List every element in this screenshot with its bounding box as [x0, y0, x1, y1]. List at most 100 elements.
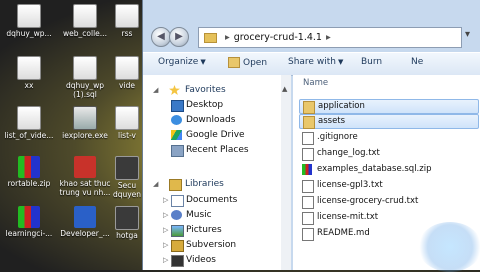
app-icon — [115, 156, 139, 180]
desktop-icon[interactable]: Developer_... — [56, 206, 114, 238]
nav-item-recent-places[interactable]: Recent Places — [143, 143, 281, 157]
arrow-left-icon: ◀ — [157, 31, 165, 42]
desktop-icon-label: iexplore.exe — [62, 131, 108, 140]
file-row[interactable]: examples_database.sql.zip — [299, 162, 477, 177]
share-with-button[interactable]: Share with ▼ — [288, 57, 343, 67]
zip-icon — [18, 206, 40, 228]
desktop-icon-label: dqhuy_wp... — [6, 29, 52, 38]
breadcrumb[interactable]: ▸ grocery-crud-1.4.1 ▸ — [198, 27, 462, 48]
file-name: change_log.txt — [317, 148, 380, 158]
sql-file-icon — [73, 56, 97, 80]
desktop-icon-label: dqhuy_wp (1).sql — [65, 81, 105, 99]
navigation-pane: ◢ Favorites Desktop Downloads Google Dri… — [143, 75, 282, 270]
file-row[interactable]: license-grocery-crud.txt — [299, 194, 477, 209]
desktop-icon[interactable]: hotga — [112, 206, 142, 240]
back-button[interactable]: ◀ — [151, 27, 171, 47]
desktop-icon-label: Developer_... — [60, 229, 110, 238]
nav-favorites[interactable]: ◢ Favorites — [143, 83, 281, 97]
expand-arrow-icon[interactable]: ▷ — [163, 208, 168, 222]
burn-button[interactable]: Burn — [361, 57, 382, 67]
share-label: Share with — [288, 57, 336, 67]
desktop-icon-label: learningci-... — [5, 229, 53, 238]
nav-item-videos[interactable]: ▷ Videos — [143, 253, 281, 267]
videos-icon — [171, 255, 184, 267]
desktop-icon[interactable]: dqhuy_wp (1).sql — [56, 56, 114, 99]
file-row[interactable]: application — [299, 99, 479, 114]
file-icon — [17, 56, 41, 80]
nav-item-music[interactable]: ▷ Music — [143, 208, 281, 222]
desktop-icon[interactable]: list_of_vide... — [0, 106, 58, 140]
address-bar: ◀ ▶ ▸ grocery-crud-1.4.1 ▸ ▾ — [143, 22, 480, 52]
nav-item-downloads[interactable]: Downloads — [143, 113, 281, 127]
desktop-icon[interactable]: web_colle... — [56, 4, 114, 38]
desktop-icon[interactable]: xx — [0, 56, 58, 90]
desktop-icon[interactable]: khao sat thuc trung vu nh... — [56, 156, 114, 197]
file-row[interactable]: assets — [299, 114, 479, 129]
dropdown-icon[interactable]: ▾ — [465, 29, 470, 40]
expand-arrow-icon[interactable]: ◢ — [153, 177, 158, 191]
desktop-icon — [171, 100, 184, 112]
file-name: license-gpl3.txt — [317, 180, 383, 190]
open-button[interactable]: Open — [228, 57, 267, 68]
nav-libraries[interactable]: ◢ Libraries — [143, 177, 281, 191]
file-name: application — [318, 101, 365, 111]
desktop-icon[interactable]: list-v — [112, 106, 142, 140]
nav-scrollbar[interactable]: ▲ — [281, 75, 291, 270]
zip-icon — [18, 156, 40, 178]
desktop-icon[interactable]: rortable.zip — [0, 156, 58, 188]
nav-item-pictures[interactable]: ▷ Pictures — [143, 223, 281, 237]
nav-label: Videos — [186, 255, 216, 265]
desktop-icon[interactable]: learningci-... — [0, 206, 58, 238]
file-icon — [115, 106, 139, 130]
file-name: assets — [318, 116, 346, 126]
desktop-icon-label: khao sat thuc trung vu nh... — [59, 179, 111, 197]
expand-arrow-icon[interactable]: ▷ — [163, 238, 168, 252]
file-row[interactable]: license-gpl3.txt — [299, 178, 477, 193]
organize-label: Organize — [158, 57, 199, 67]
arrow-right-icon: ▶ — [175, 31, 183, 42]
file-row[interactable]: change_log.txt — [299, 146, 477, 161]
nav-item-subversion[interactable]: ▷ Subversion — [143, 238, 281, 252]
caret-down-icon: ▼ — [200, 58, 206, 66]
desktop-icon[interactable]: iexplore.exe — [56, 106, 114, 140]
expand-arrow-icon[interactable]: ▷ — [163, 193, 168, 207]
nav-label: Downloads — [186, 115, 236, 125]
pdf-icon — [74, 156, 96, 178]
expand-arrow-icon[interactable]: ◢ — [153, 83, 158, 97]
file-name: examples_database.sql.zip — [317, 164, 432, 174]
breadcrumb-item[interactable]: grocery-crud-1.4.1 — [234, 32, 322, 43]
desktop-icon[interactable]: rss — [112, 4, 142, 38]
column-header-name[interactable]: Name — [303, 78, 328, 88]
chevron-right-icon[interactable]: ▸ — [326, 32, 331, 43]
watermark-logo — [418, 222, 480, 272]
expand-arrow-icon[interactable]: ▷ — [163, 223, 168, 237]
desktop-icon-label: list_of_vide... — [4, 131, 54, 140]
nav-label: Music — [186, 210, 212, 220]
open-label: Open — [243, 58, 268, 68]
desktop-icon[interactable]: vide — [112, 56, 142, 90]
nav-item-documents[interactable]: ▷ Documents — [143, 193, 281, 207]
music-icon — [171, 210, 182, 220]
new-folder-button[interactable]: Ne — [411, 57, 423, 67]
nav-label: Google Drive — [186, 130, 245, 140]
nav-label: Desktop — [186, 100, 224, 110]
desktop-icon-label: rortable.zip — [7, 179, 51, 188]
burn-label: Burn — [361, 57, 383, 67]
desktop-icon[interactable]: dqhuy_wp... — [0, 4, 58, 38]
file-name: .gitignore — [317, 132, 358, 142]
scroll-up-icon[interactable]: ▲ — [282, 85, 287, 93]
downloads-icon — [171, 115, 182, 125]
desktop-icon[interactable]: Secu dquyen — [112, 156, 142, 199]
nav-item-google-drive[interactable]: Google Drive — [143, 128, 281, 142]
file-row[interactable]: .gitignore — [299, 130, 477, 145]
file-icon — [17, 106, 41, 130]
recent-places-icon — [171, 145, 184, 157]
file-name: license-grocery-crud.txt — [317, 196, 419, 206]
documents-icon — [171, 195, 184, 207]
nav-item-desktop[interactable]: Desktop — [143, 98, 281, 112]
expand-arrow-icon[interactable]: ▷ — [163, 253, 168, 267]
forward-button[interactable]: ▶ — [169, 27, 189, 47]
chevron-right-icon: ▸ — [225, 32, 230, 43]
desktop-icon-label: Secu dquyen — [112, 181, 142, 199]
organize-button[interactable]: Organize ▼ — [158, 57, 206, 67]
